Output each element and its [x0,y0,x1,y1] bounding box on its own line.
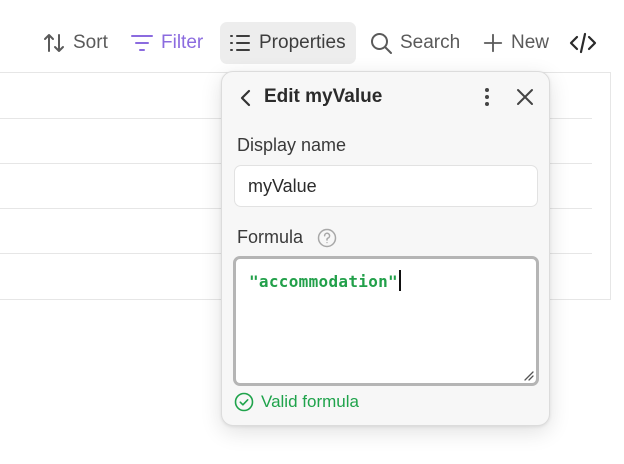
validation-message: Valid formula [261,392,359,411]
more-options-button[interactable] [477,85,497,109]
search-label: Search [400,32,461,53]
new-label: New [511,32,550,53]
resize-grip-icon[interactable] [522,369,534,381]
close-button[interactable] [514,86,536,108]
code-icon [569,32,597,54]
new-button[interactable]: New [482,22,549,64]
list-icon [230,35,250,51]
search-button[interactable]: Search [369,22,460,64]
code-view-button[interactable] [569,22,597,64]
properties-label: Properties [259,32,346,53]
formula-label: Formula [237,227,304,247]
properties-button[interactable]: Properties [220,22,356,64]
plus-icon [483,33,503,53]
more-vertical-icon [485,88,489,106]
formula-code-text: "accommodation" [249,272,398,291]
view-toolbar: Sort Filter Properties Search New [0,22,624,64]
back-button[interactable] [236,87,256,109]
sort-label: Sort [73,32,108,53]
filter-icon [131,35,153,51]
display-name-label: Display name [237,135,347,155]
popup-header: Edit myValue [222,72,549,124]
chevron-left-icon [240,89,251,107]
filter-button[interactable]: Filter [130,22,203,64]
popup-title: Edit myValue [264,86,383,107]
validation-status: Valid formula [234,392,359,412]
check-circle-icon [234,392,254,412]
text-caret [399,270,401,291]
sort-button[interactable]: Sort [42,22,108,64]
help-icon[interactable] [317,228,337,248]
formula-code: "accommodation" [249,270,401,291]
filter-label: Filter [161,32,204,53]
close-icon [517,89,533,105]
sort-arrows-icon [44,34,64,52]
search-icon [371,33,392,54]
display-name-input[interactable] [234,165,538,207]
formula-editor[interactable]: "accommodation" [233,256,539,386]
edit-property-popup: Edit myValue Display name Formula "accom… [221,71,550,426]
